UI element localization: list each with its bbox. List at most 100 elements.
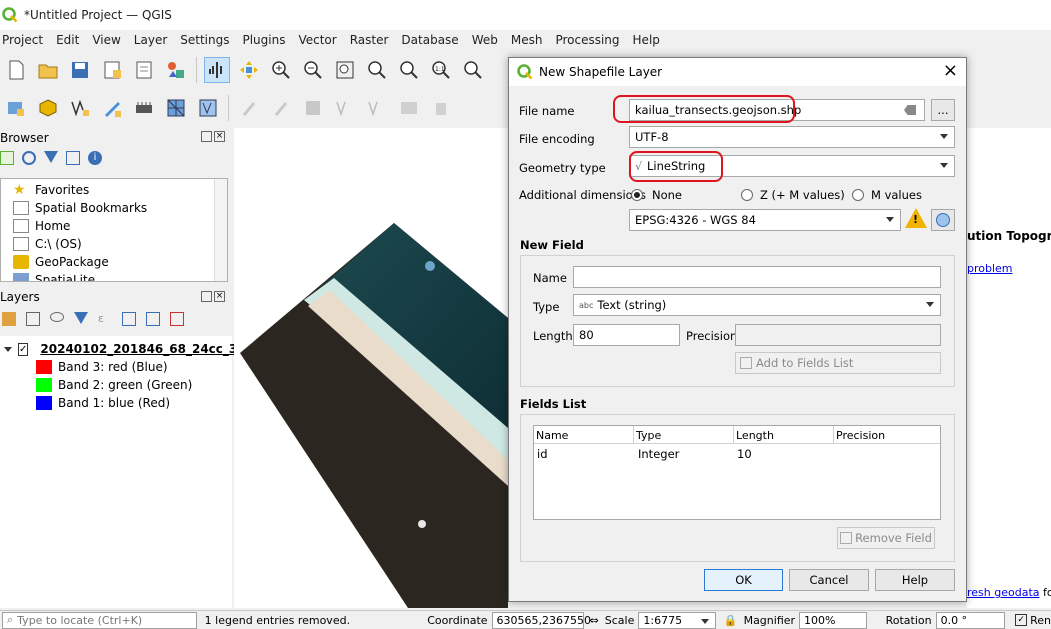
save-project-icon[interactable]: [67, 57, 93, 83]
close-icon[interactable]: ×: [943, 62, 958, 80]
layer-visibility-checkbox[interactable]: ✓: [18, 342, 29, 356]
rotation-input[interactable]: 0.0 °: [935, 611, 1006, 629]
new-geopackage-icon[interactable]: [35, 95, 61, 121]
type-select[interactable]: abc Text (string): [573, 294, 941, 316]
table-row[interactable]: id Integer 10: [534, 444, 940, 462]
delete-selected-icon[interactable]: [428, 95, 454, 121]
toggle-extents-icon[interactable]: ⇔: [590, 614, 599, 627]
style-layer-icon[interactable]: [2, 312, 16, 326]
refresh-icon[interactable]: [22, 151, 36, 165]
locate-input[interactable]: ⌕ Type to locate (Ctrl+K): [2, 611, 197, 629]
browser-item-drive[interactable]: C:\ (OS): [13, 235, 227, 253]
column-header[interactable]: Precision: [834, 426, 940, 443]
collapse-arrow-icon[interactable]: [4, 346, 12, 352]
menu-database[interactable]: Database: [401, 33, 458, 47]
menu-view[interactable]: View: [92, 33, 120, 47]
right-pane-link[interactable]: problem: [967, 262, 1013, 275]
add-to-fields-button[interactable]: Add to Fields List: [735, 352, 941, 374]
open-project-icon[interactable]: [35, 57, 61, 83]
toggle-editing-icon[interactable]: [268, 95, 294, 121]
style-manager-icon[interactable]: [163, 57, 189, 83]
zoom-full-icon[interactable]: [332, 57, 358, 83]
manage-visibility-icon[interactable]: [50, 312, 64, 322]
browser-item-spatialite[interactable]: SpatiaLite: [13, 271, 227, 281]
browser-item-favorites[interactable]: ★ Favorites: [13, 181, 227, 199]
zoom-to-selection-icon[interactable]: [364, 57, 390, 83]
expand-all-icon[interactable]: [122, 312, 136, 326]
browser-item-home[interactable]: Home: [13, 217, 227, 235]
new-shapefile-icon[interactable]: [67, 95, 93, 121]
scale-select[interactable]: 1:6775: [638, 611, 716, 629]
browse-button[interactable]: ...: [931, 99, 955, 121]
pan-to-selection-icon[interactable]: [236, 57, 262, 83]
coordinate-input[interactable]: 630565,2367550: [491, 611, 591, 629]
browser-scrollbar[interactable]: [214, 179, 227, 281]
zoom-in-icon[interactable]: [268, 57, 294, 83]
menu-processing[interactable]: Processing: [555, 33, 619, 47]
info-icon[interactable]: i: [88, 151, 102, 165]
remove-layer-icon[interactable]: [170, 312, 184, 326]
column-header[interactable]: Name: [534, 426, 634, 443]
browser-item-geopackage[interactable]: GeoPackage: [13, 253, 227, 271]
ok-button[interactable]: OK: [704, 569, 783, 591]
panel-close-icon[interactable]: ×: [214, 291, 225, 302]
data-source-manager-icon[interactable]: [3, 95, 29, 121]
new-virtual-layer-icon[interactable]: [131, 95, 157, 121]
length-input[interactable]: 80: [573, 324, 680, 346]
add-selected-layers-icon[interactable]: [0, 151, 14, 165]
precision-input[interactable]: [735, 324, 941, 346]
map-canvas[interactable]: [234, 128, 508, 608]
menu-layer[interactable]: Layer: [134, 33, 167, 47]
help-button[interactable]: Help: [875, 569, 955, 591]
new-project-icon[interactable]: [3, 57, 29, 83]
magnifier-input[interactable]: 100%: [799, 611, 867, 629]
dim-m-radio[interactable]: [852, 189, 864, 201]
menu-project[interactable]: Project: [2, 33, 43, 47]
menu-vector[interactable]: Vector: [298, 33, 336, 47]
zoom-out-icon[interactable]: [300, 57, 326, 83]
column-header[interactable]: Length: [734, 426, 834, 443]
dim-none-radio[interactable]: [631, 189, 643, 201]
crs-select[interactable]: EPSG:4326 - WGS 84: [629, 209, 901, 231]
crs-selector-button[interactable]: [931, 209, 955, 231]
menu-plugins[interactable]: Plugins: [242, 33, 285, 47]
collapse-all-icon[interactable]: [66, 151, 80, 165]
cancel-button[interactable]: Cancel: [789, 569, 869, 591]
add-feature-icon[interactable]: [332, 95, 358, 121]
modify-attributes-icon[interactable]: [396, 95, 422, 121]
menu-settings[interactable]: Settings: [180, 33, 229, 47]
current-edits-icon[interactable]: [236, 95, 262, 121]
bottom-link[interactable]: resh geodata: [967, 586, 1040, 599]
filter-icon[interactable]: [44, 151, 58, 163]
digitize-icon[interactable]: [99, 95, 125, 121]
dim-z-radio[interactable]: [741, 189, 753, 201]
render-checkbox[interactable]: ✓: [1015, 614, 1028, 626]
panel-float-icon[interactable]: [201, 131, 212, 142]
new-temporary-layer-icon[interactable]: [195, 95, 221, 121]
menu-web[interactable]: Web: [472, 33, 498, 47]
remove-field-button[interactable]: Remove Field: [837, 527, 935, 549]
filter-expression-icon[interactable]: ε: [98, 312, 112, 326]
panel-float-icon[interactable]: [201, 291, 212, 302]
new-mesh-layer-icon[interactable]: [163, 95, 189, 121]
zoom-last-icon[interactable]: [460, 57, 486, 83]
layer-row[interactable]: ✓ 20240102_201846_68_24cc_3B: [0, 340, 246, 358]
new-print-layout-icon[interactable]: [99, 57, 125, 83]
menu-mesh[interactable]: Mesh: [511, 33, 543, 47]
layout-manager-icon[interactable]: [131, 57, 157, 83]
save-edits-icon[interactable]: [300, 95, 326, 121]
clear-icon[interactable]: [904, 105, 916, 115]
pan-map-icon[interactable]: [204, 57, 230, 83]
menu-raster[interactable]: Raster: [350, 33, 389, 47]
panel-close-icon[interactable]: ×: [214, 131, 225, 142]
browser-item-bookmarks[interactable]: Spatial Bookmarks: [13, 199, 227, 217]
lock-icon[interactable]: 🔒: [724, 614, 738, 627]
zoom-native-icon[interactable]: 1:1: [428, 57, 454, 83]
filter-legend-icon[interactable]: [74, 312, 88, 324]
name-input[interactable]: [573, 266, 941, 288]
collapse-all-layers-icon[interactable]: [146, 312, 160, 326]
menu-edit[interactable]: Edit: [56, 33, 79, 47]
zoom-to-layer-icon[interactable]: [396, 57, 422, 83]
add-group-icon[interactable]: [26, 312, 40, 326]
column-header[interactable]: Type: [634, 426, 734, 443]
